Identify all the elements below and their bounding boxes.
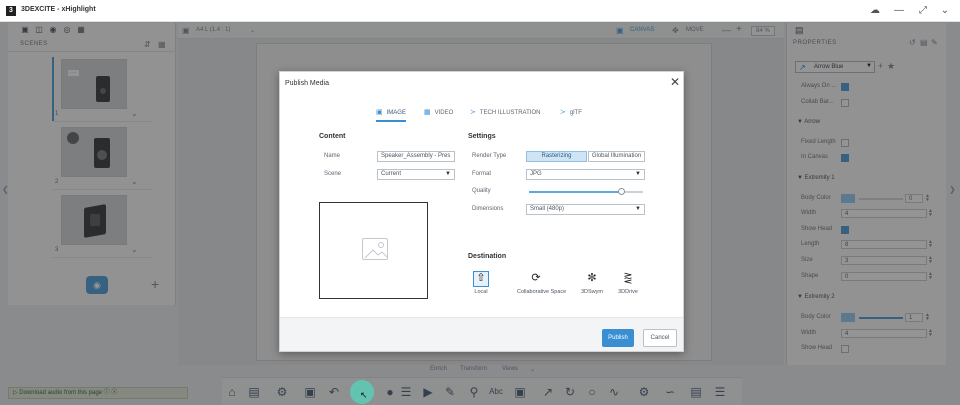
destination-label: 3DDrive	[618, 289, 638, 295]
scene-select-value: Current	[381, 171, 402, 177]
tab-label: TECH ILLUSTRATION	[479, 110, 541, 116]
tab-label: glTF	[569, 110, 582, 116]
video-icon: ▦	[424, 109, 431, 116]
rasterizing-toggle[interactable]: Rasterizing	[526, 151, 587, 162]
name-input[interactable]: Speaker_Assembly - Pres	[377, 151, 455, 162]
share-icon: ≻	[560, 109, 566, 116]
tab-image[interactable]: ▣ IMAGE	[376, 108, 406, 122]
destination-label: Collaborative Space	[517, 289, 567, 295]
image-icon: ▣	[376, 109, 383, 116]
close-icon[interactable]: ✕	[669, 75, 681, 89]
tab-video[interactable]: ▦ VIDEO	[424, 108, 453, 122]
dropdown-button[interactable]: ⌄	[938, 5, 952, 17]
swym-icon: ✼	[587, 272, 597, 284]
quality-label: Quality	[472, 188, 491, 194]
share-icon: ⪐	[623, 272, 633, 284]
format-label: Format	[472, 171, 492, 177]
maximize-button[interactable]: ⤢	[916, 5, 930, 17]
dimensions-select-value: Small (480p)	[530, 206, 565, 212]
global-illumination-toggle[interactable]: Global Illumination	[588, 151, 645, 162]
mouse-cursor-icon: ↖	[360, 390, 368, 400]
dimensions-select[interactable]: Small (480p) ▼	[526, 204, 645, 215]
tab-label: IMAGE	[386, 110, 406, 116]
dialog-footer: Publish Cancel	[280, 317, 683, 351]
destination-local[interactable]: ⇧ Local	[461, 270, 501, 295]
name-label: Name	[324, 153, 341, 159]
tab-tech-illustration[interactable]: ≻ TECH ILLUSTRATION	[470, 108, 540, 122]
sync-icon: ⟳	[531, 272, 541, 284]
scene-label: Scene	[324, 171, 342, 177]
settings-section-title: Settings	[468, 133, 496, 140]
window-title: 3DEXCITE - xHighlight	[21, 6, 96, 13]
destination-3dswym[interactable]: ✼ 3DSwym	[572, 270, 612, 295]
title-bar: 3 3DEXCITE - xHighlight ☁ — ⤢ ⌄	[0, 0, 960, 22]
destination-label: 3DSwym	[580, 289, 603, 295]
destination-label: Local	[474, 289, 488, 295]
image-preview	[319, 202, 428, 299]
upload-icon: ⇧	[476, 272, 486, 284]
publish-button[interactable]: Publish	[602, 329, 634, 347]
quality-slider-fill	[529, 191, 622, 193]
chevron-down-icon: ▼	[635, 206, 641, 212]
minimize-button[interactable]: —	[892, 5, 906, 17]
quality-slider-handle[interactable]	[618, 188, 625, 195]
format-select-value: JPG	[530, 171, 542, 177]
cloud-icon[interactable]: ☁	[868, 5, 882, 17]
chevron-down-icon: ▼	[635, 171, 641, 177]
publish-media-dialog: Publish Media ✕ ▣ IMAGE ▦ VIDEO ≻ TECH ILLU…	[279, 71, 684, 352]
tab-label: VIDEO	[434, 110, 454, 116]
image-placeholder-icon	[362, 238, 388, 260]
destination-collaborative-space[interactable]: ⟳ Collaborative Space	[517, 270, 567, 295]
scene-select[interactable]: Current ▼	[377, 169, 455, 180]
chevron-down-icon: ▼	[445, 171, 451, 177]
render-type-label: Render Type	[472, 153, 507, 159]
dimensions-label: Dimensions	[472, 206, 504, 212]
content-section-title: Content	[319, 133, 346, 140]
destination-section-title: Destination	[468, 253, 507, 260]
tab-gltf[interactable]: ≻ glTF	[560, 108, 582, 122]
cancel-button[interactable]: Cancel	[643, 329, 677, 347]
destination-3ddrive[interactable]: ⪐ 3DDrive	[608, 270, 648, 295]
dialog-title: Publish Media	[285, 80, 329, 87]
share-icon: ≻	[470, 109, 476, 116]
app-logo-icon: 3	[6, 6, 16, 16]
format-select[interactable]: JPG ▼	[526, 169, 645, 180]
